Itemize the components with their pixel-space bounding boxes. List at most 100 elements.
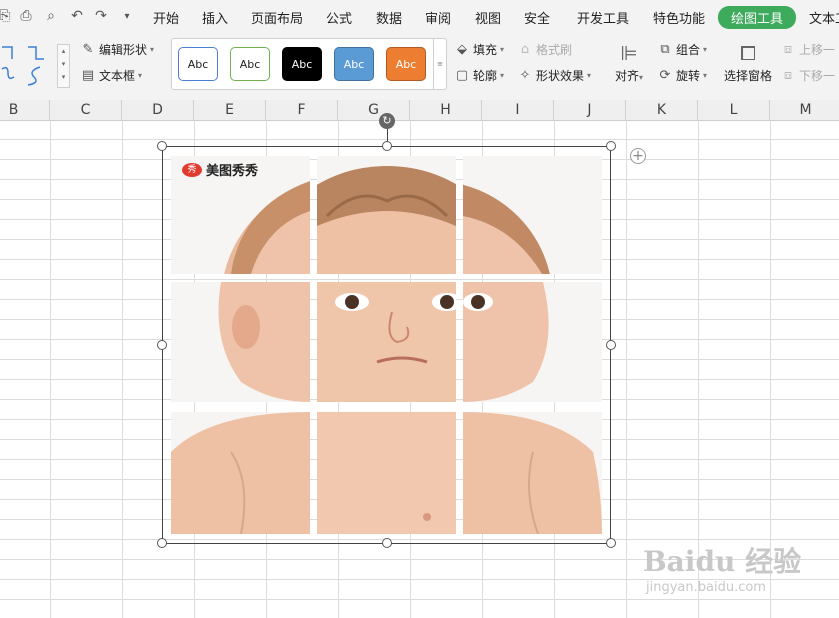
outline-icon: ▢	[455, 68, 469, 83]
shape-effect-button[interactable]: ✧ 形状效果 ▾	[517, 67, 591, 84]
rotate-label: 旋转	[676, 69, 701, 83]
chevron-down-icon: ▾	[138, 71, 143, 80]
column-header-g[interactable]: G	[338, 100, 410, 120]
fill-label: 填充	[473, 43, 498, 57]
menu-data[interactable]: 数据	[376, 8, 402, 27]
group-button[interactable]: ⧉ 组合 ▾	[657, 41, 707, 58]
selection-pane-icon: ⧠	[740, 41, 756, 65]
undo-icon[interactable]: ↶	[68, 6, 86, 26]
column-header-d[interactable]: D	[122, 100, 194, 120]
photo-tile-6[interactable]	[463, 282, 602, 402]
connector-gallery[interactable]: ▴ ▾ ▾	[0, 37, 70, 89]
menu-page-layout[interactable]: 页面布局	[251, 8, 303, 27]
menu-text-tools[interactable]: 文本工	[809, 8, 839, 27]
send-backward-icon: ⧈	[783, 68, 793, 83]
resize-handle-top-left[interactable]	[157, 141, 167, 151]
outline-button[interactable]: ▢ 轮廓 ▾	[454, 67, 504, 84]
quick-access-dropdown-icon[interactable]: ▾	[118, 6, 136, 26]
edit-shape-button[interactable]: ✎ 编辑形状 ▾	[80, 41, 154, 58]
resize-handle-top-right[interactable]	[606, 141, 616, 151]
menu-review[interactable]: 审阅	[425, 8, 451, 27]
resize-handle-right[interactable]	[606, 340, 616, 350]
column-header-e[interactable]: E	[194, 100, 266, 120]
photo-tile-5-image	[317, 282, 456, 402]
menu-security[interactable]: 安全	[524, 8, 550, 27]
photo-tile-4-image	[171, 282, 310, 402]
redo-icon[interactable]: ↷	[92, 6, 110, 26]
gallery-scroll-icon[interactable]: ▴ ▾ ▾	[57, 44, 70, 88]
style-swatch-white-green[interactable]: Abc	[230, 47, 270, 81]
text-box-label: 文本框	[99, 69, 136, 83]
photo-tile-7-image	[171, 412, 310, 534]
menu-drawing-tools[interactable]: 绘图工具	[718, 6, 797, 29]
column-header-m[interactable]: M	[770, 100, 839, 120]
chevron-down-icon: ▾	[150, 45, 155, 54]
send-backward-label: 下移一	[799, 69, 836, 83]
photo-tile-3[interactable]	[463, 156, 602, 274]
resize-handle-bottom[interactable]	[382, 538, 392, 548]
photo-tile-5[interactable]	[317, 282, 456, 402]
ribbon: ▴ ▾ ▾ ✎ 编辑形状 ▾ ▤ 文本框 ▾ Abc Abc Abc Abc Abc…	[0, 33, 839, 101]
menu-formula[interactable]: 公式	[326, 8, 352, 27]
print-icon[interactable]: ⎙	[17, 6, 35, 26]
fill-bucket-icon: ⬙	[457, 42, 467, 57]
chevron-down-icon: ▾	[703, 71, 708, 80]
rotate-handle-icon[interactable]: ↻	[379, 113, 395, 129]
text-box-button[interactable]: ▤ 文本框 ▾	[80, 67, 142, 84]
menu-insert[interactable]: 插入	[202, 8, 228, 27]
align-button[interactable]: ⊫ 对齐▾	[612, 39, 646, 84]
shape-effect-icon: ✧	[519, 68, 531, 83]
resize-handle-bottom-left[interactable]	[157, 538, 167, 548]
style-swatch-white-blue[interactable]: Abc	[178, 47, 218, 81]
photo-tile-2[interactable]	[317, 156, 456, 274]
style-swatch-orange[interactable]: Abc	[386, 47, 426, 81]
format-painter-button[interactable]: ⌂ 格式刷	[517, 41, 572, 58]
meitu-watermark: 秀 美图秀秀	[182, 160, 258, 179]
baidu-watermark-url: jingyan.baidu.com	[646, 580, 766, 595]
quick-layout-plus-icon[interactable]: +	[630, 148, 646, 164]
menu-developer[interactable]: 开发工具	[577, 8, 629, 27]
menu-special-features[interactable]: 特色功能	[653, 8, 705, 27]
shape-effect-label: 形状效果	[536, 69, 585, 83]
text-box-icon: ▤	[81, 68, 95, 83]
style-swatch-black[interactable]: Abc	[282, 47, 322, 81]
baidu-watermark: Baidu 经验 jingyan.baidu.com	[643, 540, 801, 595]
rotate-button[interactable]: ⟳ 旋转 ▾	[657, 67, 707, 84]
chevron-down-icon: ▾	[703, 45, 708, 54]
column-header-i[interactable]: I	[482, 100, 554, 120]
edit-shape-icon: ✎	[82, 42, 94, 57]
column-header-b[interactable]: B	[0, 100, 50, 120]
paste-icon[interactable]: ⎘	[0, 6, 14, 26]
resize-handle-top[interactable]	[382, 141, 392, 151]
chevron-down-icon: ▾	[500, 45, 505, 54]
style-swatch-blue[interactable]: Abc	[334, 47, 374, 81]
column-header-l[interactable]: L	[698, 100, 770, 120]
column-header-h[interactable]: H	[410, 100, 482, 120]
column-header-c[interactable]: C	[50, 100, 122, 120]
photo-tile-4[interactable]	[171, 282, 310, 402]
print-preview-icon[interactable]: ⌕	[42, 6, 60, 26]
selection-pane-button[interactable]: ⧠ 选择窗格	[722, 39, 774, 84]
fill-button[interactable]: ⬙ 填充 ▾	[454, 41, 504, 58]
format-painter-label: 格式刷	[536, 43, 573, 57]
menu-view[interactable]: 视图	[475, 8, 501, 27]
resize-handle-bottom-right[interactable]	[606, 538, 616, 548]
bring-forward-button[interactable]: ⧈ 上移一	[780, 41, 835, 58]
column-header-f[interactable]: F	[266, 100, 338, 120]
chevron-down-icon: ▾	[500, 71, 505, 80]
photo-tile-8[interactable]	[317, 412, 456, 534]
photo-tile-9[interactable]	[463, 412, 602, 534]
menu-bar: ⎘ ⎙ ⌕ ↶ ↷ ▾ 开始 插入 页面布局 公式 数据 审阅 视图 安全 开发…	[0, 0, 839, 33]
column-header-k[interactable]: K	[626, 100, 698, 120]
column-header: B C D E F G H I J K L M	[0, 100, 839, 121]
shape-styles-gallery: Abc Abc Abc Abc Abc ≡	[171, 38, 447, 90]
resize-handle-left[interactable]	[157, 340, 167, 350]
photo-tile-3-image	[463, 156, 602, 274]
send-backward-button[interactable]: ⧈ 下移一	[780, 67, 835, 84]
group-icon: ⧉	[660, 42, 670, 57]
photo-tile-7[interactable]	[171, 412, 310, 534]
photo-tile-8-image	[317, 412, 456, 534]
column-header-j[interactable]: J	[554, 100, 626, 120]
styles-scroll-icon[interactable]: ≡	[433, 39, 446, 89]
menu-start[interactable]: 开始	[153, 8, 179, 27]
